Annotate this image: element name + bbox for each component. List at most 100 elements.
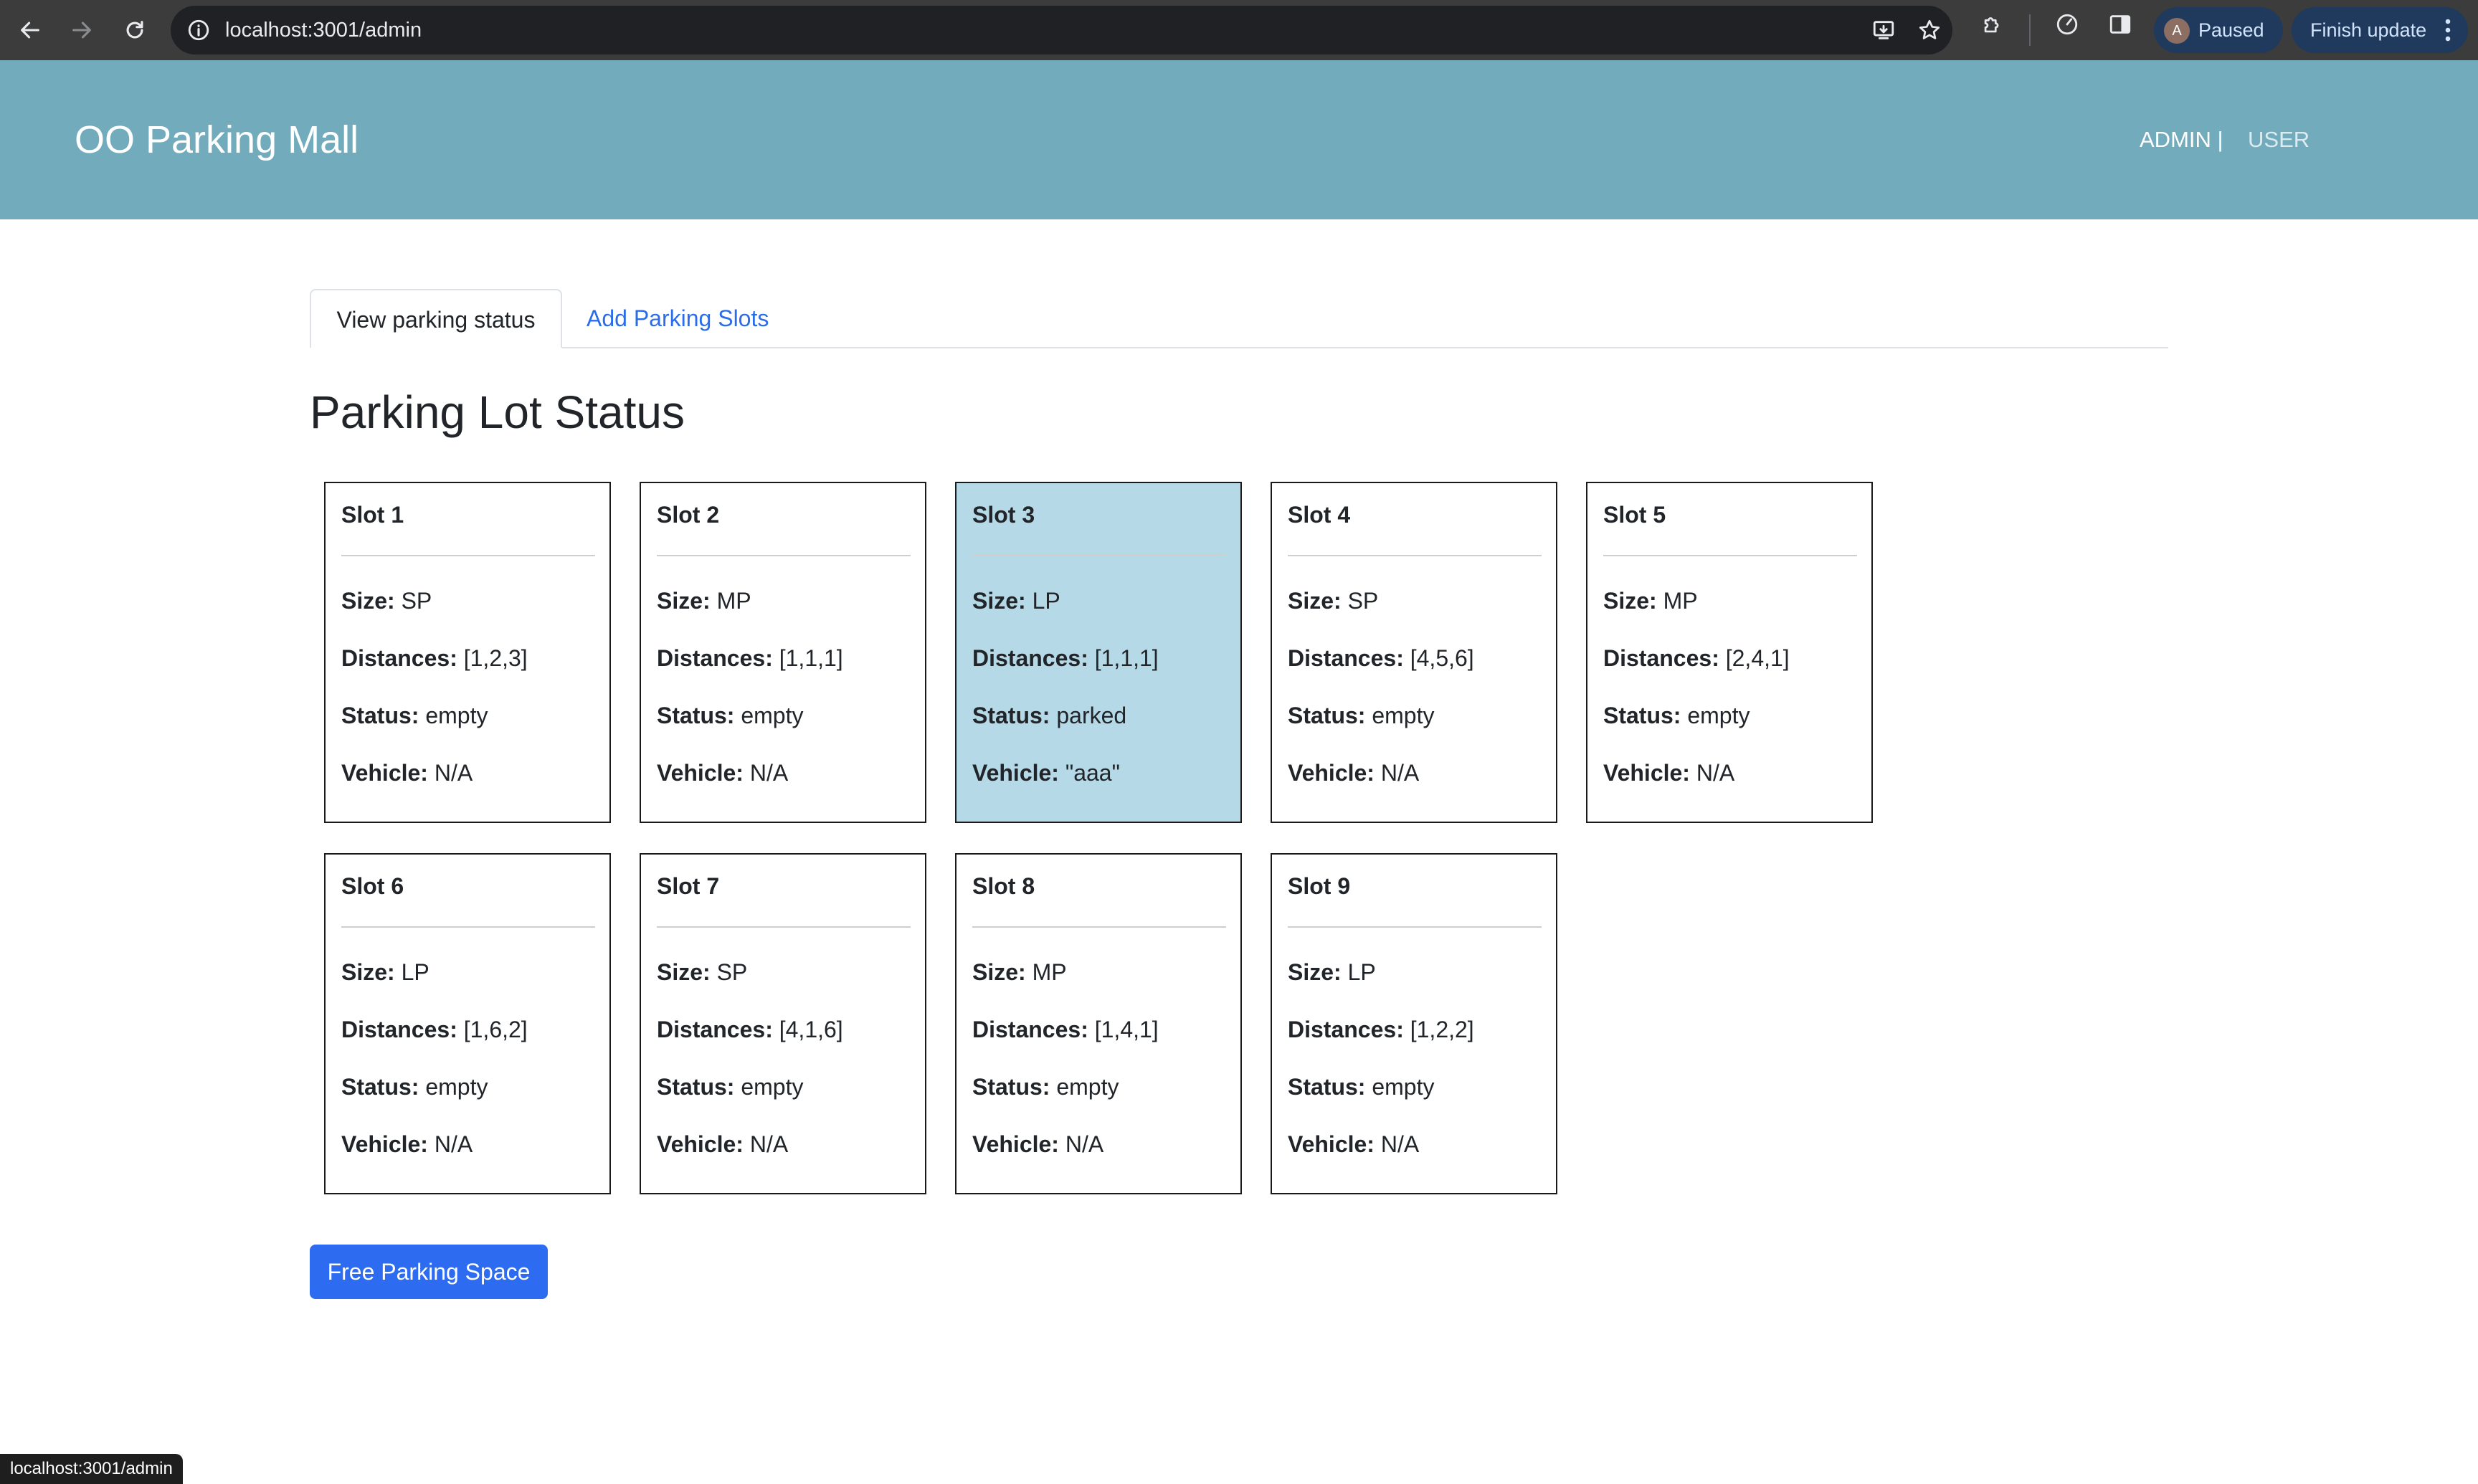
brand-title[interactable]: OO Parking Mall (75, 60, 359, 219)
size-label: Size: (972, 959, 1026, 985)
arrow-right-icon (72, 22, 91, 39)
slot-vehicle-row: Vehicle: N/A (972, 1130, 1103, 1159)
nav-admin-link[interactable]: ADMIN | (2140, 60, 2223, 219)
free-parking-space-button[interactable]: Free Parking Space (310, 1245, 548, 1299)
install-app-icon[interactable] (1871, 18, 1896, 42)
side-panel-icon[interactable] (2108, 12, 2132, 37)
slot-distances-row: Distances: [1,1,1] (657, 644, 843, 672)
status-label: Status: (972, 1074, 1050, 1100)
size-value: SP (401, 588, 432, 614)
status-value: empty (741, 1074, 804, 1100)
slot-vehicle-row: Vehicle: N/A (341, 1130, 473, 1159)
status-label: Status: (657, 1074, 735, 1100)
vehicle-label: Vehicle: (1603, 760, 1690, 786)
slot-size-row: Size: MP (657, 586, 751, 615)
vehicle-value: N/A (434, 1131, 473, 1157)
distances-value: [1,1,1] (779, 645, 843, 671)
slot-status-row: Status: empty (1288, 1072, 1434, 1101)
slot-distances-row: Distances: [2,4,1] (1603, 644, 1790, 672)
slot-size-row: Size: LP (341, 958, 429, 986)
slot-distances-row: Distances: [1,6,2] (341, 1015, 528, 1044)
address-url[interactable]: localhost:3001/admin (225, 6, 422, 54)
slot-size-row: Size: SP (341, 586, 432, 615)
nav-user-link[interactable]: USER (2248, 60, 2310, 219)
slot-title: Slot 1 (341, 502, 404, 528)
vehicle-value: N/A (749, 1131, 789, 1157)
profile-button[interactable]: A Paused (2154, 7, 2283, 53)
forward-button[interactable] (62, 10, 102, 50)
slot-size-row: Size: SP (1288, 586, 1378, 615)
reload-button[interactable] (115, 10, 155, 50)
slot-status-row: Status: empty (972, 1072, 1119, 1101)
distances-value: [1,2,3] (463, 645, 528, 671)
slot-vehicle-row: Vehicle: N/A (1288, 758, 1419, 787)
slot-divider (1603, 555, 1857, 556)
distances-label: Distances: (657, 1017, 773, 1042)
star-icon[interactable] (1917, 18, 1942, 42)
size-value: LP (401, 959, 429, 985)
kebab-menu-icon[interactable] (2441, 17, 2455, 43)
vehicle-label: Vehicle: (657, 1131, 744, 1157)
slot-card: Slot 6 Size: LP Distances: [1,6,2] Statu… (324, 853, 611, 1194)
slot-vehicle-row: Vehicle: N/A (341, 758, 473, 787)
slot-card-occupied: Slot 3 Size: LP Distances: [1,1,1] Statu… (955, 482, 1242, 823)
vehicle-label: Vehicle: (657, 760, 744, 786)
status-value: empty (1687, 703, 1750, 728)
slot-title: Slot 6 (341, 873, 404, 899)
vehicle-value: N/A (1380, 1131, 1420, 1157)
slot-title: Slot 4 (1288, 502, 1351, 528)
address-bar[interactable]: localhost:3001/admin (171, 6, 1952, 54)
slot-divider (657, 926, 911, 928)
slot-vehicle-row: Vehicle: N/A (1288, 1130, 1419, 1159)
distances-label: Distances: (657, 645, 773, 671)
slot-distances-row: Distances: [1,1,1] (972, 644, 1159, 672)
slot-title: Slot 9 (1288, 873, 1351, 899)
vehicle-label: Vehicle: (341, 1131, 428, 1157)
status-label: Status: (341, 1074, 419, 1100)
finish-update-label: Finish update (2310, 19, 2427, 41)
gauge-icon[interactable] (2055, 12, 2079, 37)
size-value: LP (1347, 959, 1376, 985)
finish-update-button[interactable]: Finish update (2292, 7, 2468, 53)
status-value: empty (425, 1074, 488, 1100)
tab-view-parking-status[interactable]: View parking status (310, 289, 562, 348)
puzzle-icon[interactable] (1980, 12, 2005, 37)
distances-label: Distances: (341, 645, 457, 671)
slot-status-row: Status: empty (657, 1072, 803, 1101)
distances-label: Distances: (1288, 645, 1404, 671)
size-value: LP (1032, 588, 1060, 614)
distances-label: Distances: (1288, 1017, 1404, 1042)
distances-value: [2,4,1] (1725, 645, 1790, 671)
slot-status-row: Status: empty (341, 701, 488, 730)
distances-value: [1,1,1] (1094, 645, 1159, 671)
slot-distances-row: Distances: [1,4,1] (972, 1015, 1159, 1044)
size-value: SP (716, 959, 748, 985)
vehicle-label: Vehicle: (972, 760, 1059, 786)
size-label: Size: (341, 588, 395, 614)
status-value: empty (1056, 1074, 1119, 1100)
status-label: Status: (972, 703, 1050, 728)
size-value: SP (1347, 588, 1379, 614)
distances-label: Distances: (972, 1017, 1088, 1042)
slot-divider (972, 555, 1226, 556)
vehicle-value: N/A (1696, 760, 1735, 786)
tab-add-parking-slots[interactable]: Add Parking Slots (587, 289, 769, 348)
slot-distances-row: Distances: [4,5,6] (1288, 644, 1474, 672)
status-value: empty (425, 703, 488, 728)
slot-vehicle-row: Vehicle: "aaa" (972, 758, 1120, 787)
slot-divider (1288, 555, 1542, 556)
size-label: Size: (1288, 588, 1342, 614)
slot-card: Slot 8 Size: MP Distances: [1,4,1] Statu… (955, 853, 1242, 1194)
slot-card: Slot 9 Size: LP Distances: [1,2,2] Statu… (1271, 853, 1557, 1194)
status-label: Status: (657, 703, 735, 728)
slot-title: Slot 7 (657, 873, 720, 899)
slot-card: Slot 1 Size: SP Distances: [1,2,3] Statu… (324, 482, 611, 823)
size-value: MP (1663, 588, 1698, 614)
info-icon[interactable] (186, 18, 211, 42)
back-button[interactable] (10, 10, 50, 50)
status-label: Status: (341, 703, 419, 728)
slot-size-row: Size: SP (657, 958, 747, 986)
slot-status-row: Status: empty (1603, 701, 1750, 730)
app-header: OO Parking Mall ADMIN | USER (0, 60, 2478, 219)
status-value: empty (1372, 1074, 1435, 1100)
